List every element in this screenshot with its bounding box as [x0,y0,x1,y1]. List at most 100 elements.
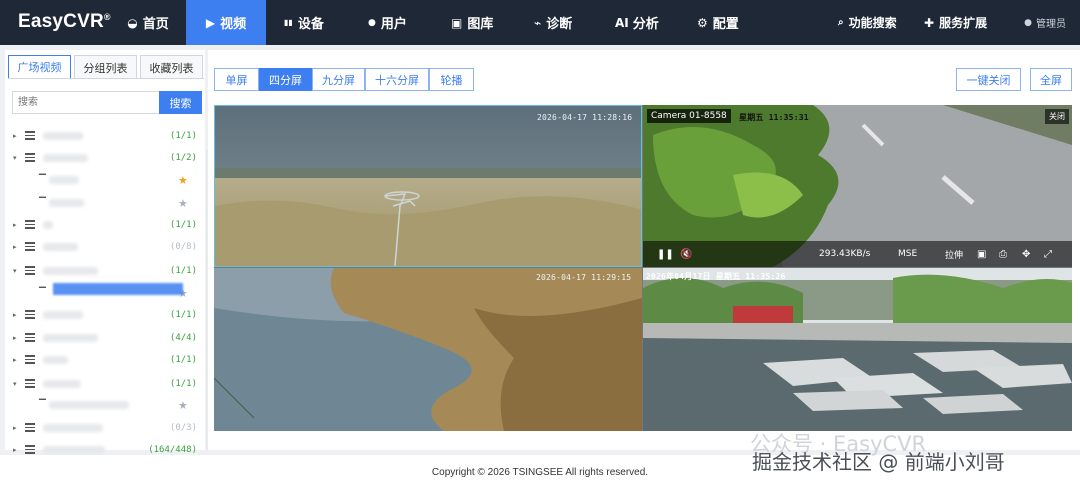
gallery-icon: ▣ [451,15,463,30]
stream-mode[interactable]: MSE [898,241,917,267]
nav-devices[interactable]: ▮▮ 设备 [284,0,334,45]
redacted-name [43,243,78,251]
mute-icon[interactable]: 🔇 [680,241,692,267]
device-icon [25,355,35,364]
chevron-right-icon[interactable]: ▸ [13,446,17,454]
redacted-name [43,154,88,162]
tab-square-video[interactable]: 广场视频 [8,55,71,79]
tree-channel-row[interactable]: ▔★ [5,394,205,416]
chevron-down-icon[interactable]: ▾ [13,380,17,388]
tab-group-list[interactable]: 分组列表 [74,55,137,79]
chevron-right-icon[interactable]: ▸ [13,221,17,229]
favorite-star-icon[interactable]: ★ [178,174,188,187]
nav-gallery[interactable]: ▣ 图库 [451,0,501,45]
fullscreen-button[interactable]: 全屏 [1030,68,1072,91]
sidebar-tabs: 广场视频 分组列表 收藏列表 [8,55,206,79]
video-tile-4[interactable]: 2026年04月17日 星期五 11:35:26 [643,268,1072,431]
redacted-name [49,176,79,184]
bitrate-readout: 293.43KB/s [819,249,871,259]
nav-diagnose[interactable]: ⌁ 诊断 [534,0,584,45]
online-count: (0/3) [169,423,197,433]
chevron-right-icon[interactable]: ▸ [13,334,17,342]
tile-timestamp: 星期五 11:35:31 [739,113,809,122]
service-extension[interactable]: ✚ 服务扩展 [924,0,987,45]
device-icon [25,266,35,275]
tree-device-row[interactable]: ▸ (1/1) [5,349,205,371]
tree-device-row[interactable]: ▸ (1/1) [5,214,205,236]
device-icon [25,153,35,162]
camera-name: Camera 01-8558 [647,109,731,123]
layout-carousel[interactable]: 轮播 [429,68,474,91]
chevron-down-icon[interactable]: ▾ [13,154,17,162]
layout-nine[interactable]: 九分屏 [312,68,365,91]
redacted-name [49,199,84,207]
close-stream-button[interactable]: 关闭 [1045,109,1069,124]
favorite-star-icon[interactable]: ★ [178,399,188,412]
nav-ai-analysis[interactable]: AI 分析 [615,0,675,45]
tree-device-row[interactable]: ▸ (0/8) [5,236,205,258]
user-icon: ● [368,17,376,28]
camera-icon: ▔ [39,175,46,185]
ptz-icon[interactable]: ✥ [1022,241,1030,267]
layout-single[interactable]: 单屏 [214,68,259,91]
video-tile-3[interactable]: 2026-04-17 11:29:15 [214,268,642,431]
expand-icon[interactable]: ⤢ [1044,241,1052,267]
online-count: (1/1) [169,379,197,389]
puzzle-icon: ✚ [924,15,935,30]
device-icon [25,131,35,140]
stretch-toggle[interactable]: 拉伸 [945,241,963,267]
layout-quad[interactable]: 四分屏 [259,68,312,91]
search-button[interactable]: 搜索 [159,91,202,114]
chevron-down-icon[interactable]: ▾ [13,267,17,275]
video-tile-2[interactable]: Camera 01-8558 星期五 11:35:31 关闭 ❚❚ 🔇 293.… [643,105,1072,267]
redacted-name [49,401,129,409]
tree-device-row[interactable]: ▸ (1/1) [5,304,205,326]
player-controls: ❚❚ 🔇 293.43KB/s MSE 拉伸 ▣ ⎙ ✥ ⤢ [643,241,1072,267]
tree-device-row[interactable]: ▾ (1/2) [5,147,205,169]
ai-icon: AI [615,15,629,30]
tree-device-row[interactable]: ▸ (1/1) [5,125,205,147]
online-count: (1/2) [169,153,197,163]
tree-device-row[interactable]: ▾ (1/1) [5,260,205,282]
video-tile-1[interactable]: 2026-04-17 11:28:16 [214,105,642,267]
tree-device-row[interactable]: ▸ (4/4) [5,327,205,349]
pulse-icon: ⌁ [534,15,542,30]
chevron-right-icon[interactable]: ▸ [13,243,17,251]
favorite-star-icon[interactable]: ★ [178,197,188,210]
watermark-bottom: 掘金技术社区 @ 前端小刘哥 [752,450,1005,474]
chevron-right-icon[interactable]: ▸ [13,311,17,319]
layout-sixteen[interactable]: 十六分屏 [365,68,429,91]
nav-users[interactable]: ● 用户 [368,0,418,45]
online-count: (1/1) [169,220,197,230]
nav-video[interactable]: ▶ 视频 [186,0,266,45]
device-icon [25,242,35,251]
tree-device-row[interactable]: ▾ (1/1) [5,373,205,395]
dashboard-icon: ◒ [127,15,138,30]
tree-device-row[interactable]: ▸ (0/3) [5,417,205,439]
online-count: (0/8) [169,242,197,252]
record-icon[interactable]: ⎙ [999,241,1007,267]
avatar-icon: ● [1024,17,1032,28]
app-logo[interactable]: EasyCVR® [18,11,111,33]
video-panel: 单屏 四分屏 九分屏 十六分屏 轮播 一键关闭 全屏 2026-04-17 11… [208,50,1080,450]
copyright-text: Copyright © 2026 TSINGSEE All rights res… [431,466,649,478]
nav-home[interactable]: ◒ 首页 [116,0,180,45]
chevron-right-icon[interactable]: ▸ [13,424,17,432]
chevron-right-icon[interactable]: ▸ [13,132,17,140]
feature-search[interactable]: ⌕ 功能搜索 [838,0,897,45]
online-count: (4/4) [169,333,197,343]
nav-config[interactable]: ⚙ 配置 [697,0,747,45]
chevron-right-icon[interactable]: ▸ [13,356,17,364]
tab-favorites[interactable]: 收藏列表 [140,55,203,79]
camera-icon: ▔ [39,288,46,298]
tree-channel-row[interactable]: ▔★ [5,169,205,191]
redacted-name [43,334,98,342]
user-menu[interactable]: ● 管理员 [1024,0,1066,45]
camera-icon: ▔ [39,400,46,410]
close-all-button[interactable]: 一键关闭 [956,68,1021,91]
snapshot-icon[interactable]: ▣ [977,241,986,267]
search-input[interactable] [12,91,162,114]
device-icon [25,445,35,454]
tree-channel-row[interactable]: ▔★ [5,192,205,214]
pause-icon[interactable]: ❚❚ [657,241,674,267]
